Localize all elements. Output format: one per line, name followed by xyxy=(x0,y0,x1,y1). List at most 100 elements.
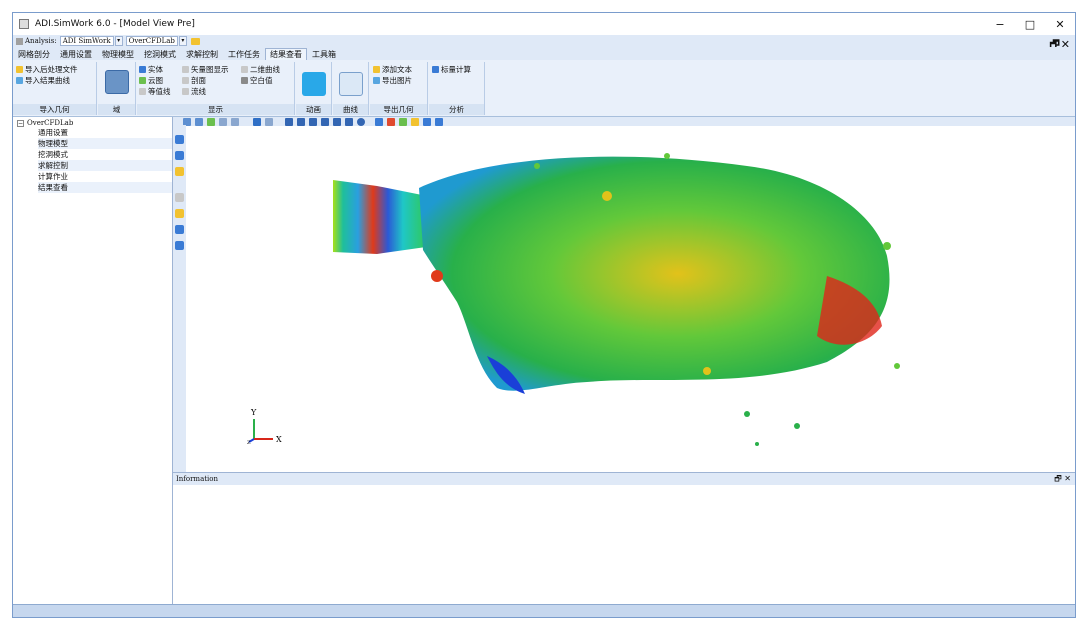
ribbon-group-animation: 动画 xyxy=(296,62,332,115)
fragment xyxy=(755,442,759,446)
import-curve-button[interactable]: 导入结果曲线 xyxy=(16,75,70,86)
pipe-section xyxy=(333,180,433,254)
ribbon-group-curve: 曲线 xyxy=(333,62,369,115)
fragment xyxy=(602,191,612,201)
view-bottom-icon[interactable] xyxy=(345,118,353,126)
folder-icon[interactable] xyxy=(175,209,184,218)
view-left-icon[interactable] xyxy=(309,118,317,126)
pan-icon[interactable] xyxy=(219,118,227,126)
chevron-down-icon[interactable]: ▾ xyxy=(114,36,123,46)
measure-icon[interactable] xyxy=(231,118,239,126)
image-icon xyxy=(373,77,380,84)
light-icon[interactable] xyxy=(175,167,184,176)
tree-item-results[interactable]: 结果查看 xyxy=(38,182,172,193)
ribbon-group-domain: 域 xyxy=(98,62,136,115)
isoline-button[interactable]: 等值线 xyxy=(139,86,171,97)
zoom-icon[interactable] xyxy=(195,118,203,126)
view-front-icon[interactable] xyxy=(285,118,293,126)
axis-y-label: Y xyxy=(250,408,257,417)
add-text-button[interactable]: 添加文本 xyxy=(373,64,412,75)
box-select-icon[interactable] xyxy=(265,118,273,126)
collapse-icon[interactable]: − xyxy=(17,119,24,127)
nodes-icon[interactable] xyxy=(175,241,184,250)
grid-icon[interactable] xyxy=(423,118,431,126)
axes-icon[interactable] xyxy=(387,118,395,126)
fragment xyxy=(431,270,443,282)
wave-curve-icon[interactable] xyxy=(339,72,363,96)
grid-icon[interactable] xyxy=(175,151,184,160)
project-tree: − OverCFDLab 通用设置 物理模型 挖洞模式 求解控制 计算作业 结果查… xyxy=(13,117,173,604)
solid-button[interactable]: 实体 xyxy=(139,64,163,75)
tree-item-solver[interactable]: 求解控制 xyxy=(38,160,172,171)
view-top-icon[interactable] xyxy=(333,118,341,126)
side-toolbar xyxy=(173,125,186,479)
slice-button[interactable]: 剖面 xyxy=(182,75,206,86)
analysis-select[interactable]: ADI SimWork xyxy=(59,36,114,46)
streamline-icon xyxy=(182,88,189,95)
window-title: ADI.SimWork 6.0 - [Model View Pre] xyxy=(35,19,195,29)
rotate-icon[interactable] xyxy=(207,118,215,126)
window-controls: − □ ✕ xyxy=(985,13,1075,35)
user-icon[interactable] xyxy=(175,193,184,202)
view-right-icon[interactable] xyxy=(321,118,329,126)
status-bar xyxy=(13,604,1075,617)
import-post-file-button[interactable]: 导入后处理文件 xyxy=(16,64,78,75)
minimize-button[interactable]: − xyxy=(985,13,1015,35)
folder-icon xyxy=(16,66,23,73)
tree-item-hole-cutting[interactable]: 挖洞模式 xyxy=(38,149,172,160)
chevron-down-icon[interactable]: ▾ xyxy=(178,36,187,46)
tree-root[interactable]: − OverCFDLab xyxy=(17,119,73,127)
light-icon[interactable] xyxy=(411,118,419,126)
streamline-button[interactable]: 流线 xyxy=(182,86,206,97)
nodes-icon[interactable] xyxy=(435,118,443,126)
blank-value-button[interactable]: 空白值 xyxy=(241,75,273,86)
2d-curve-button[interactable]: 二维曲线 xyxy=(241,64,280,75)
tab-toolbox[interactable]: 工具箱 xyxy=(307,48,341,60)
fragment xyxy=(703,367,711,375)
tab-general[interactable]: 通用设置 xyxy=(55,48,97,60)
information-title: Information xyxy=(176,475,219,483)
tab-physics[interactable]: 物理模型 xyxy=(97,48,139,60)
turbulent-plume xyxy=(419,156,890,391)
curve-file-icon xyxy=(16,77,23,84)
ribbon-group-label: 导入几何 xyxy=(13,104,96,115)
domain-icon[interactable] xyxy=(105,70,129,94)
export-image-button[interactable]: 导出图片 xyxy=(373,75,412,86)
tab-jobs[interactable]: 工作任务 xyxy=(223,48,265,60)
close-button[interactable]: ✕ xyxy=(1045,13,1075,35)
animation-icon[interactable] xyxy=(302,72,326,96)
grid-icon[interactable] xyxy=(175,225,184,234)
tree-item-physics[interactable]: 物理模型 xyxy=(38,138,172,149)
ribbon-tabs: 网格剖分 通用设置 物理模型 挖洞模式 求解控制 工作任务 结果查看 工具箱 xyxy=(13,47,1075,60)
app-icon xyxy=(19,19,29,29)
tab-hole-cutting[interactable]: 挖洞模式 xyxy=(139,48,181,60)
axis-x-label: X xyxy=(276,435,282,444)
model-viewport[interactable]: Y X Z xyxy=(187,126,1075,478)
tab-mesh[interactable]: 网格剖分 xyxy=(13,48,55,60)
tree-item-jobs[interactable]: 计算作业 xyxy=(38,171,172,182)
ribbon-group-label: 导出几何 xyxy=(370,104,427,115)
fragment xyxy=(744,411,750,417)
vector-button[interactable]: 矢量图显示 xyxy=(182,64,229,75)
tab-solver[interactable]: 求解控制 xyxy=(181,48,223,60)
axis-triad: Y X Z xyxy=(247,408,282,446)
project-select[interactable]: OverCFDLab xyxy=(125,36,178,46)
panel-controls[interactable]: 🗗 ✕ xyxy=(1054,473,1071,485)
maximize-button[interactable]: □ xyxy=(1015,13,1045,35)
tree-item-general[interactable]: 通用设置 xyxy=(38,127,172,138)
view-iso-icon[interactable] xyxy=(357,118,365,126)
contour-button[interactable]: 云图 xyxy=(139,75,163,86)
scalar-calc-button[interactable]: 标量计算 xyxy=(432,64,471,75)
view-back-icon[interactable] xyxy=(297,118,305,126)
pointer-icon[interactable] xyxy=(253,118,261,126)
information-panel: Information 🗗 ✕ xyxy=(173,472,1075,604)
fragment xyxy=(794,423,800,429)
nodes-icon[interactable] xyxy=(175,135,184,144)
blank-icon xyxy=(241,77,248,84)
move-icon[interactable] xyxy=(375,118,383,126)
tab-results[interactable]: 结果查看 xyxy=(265,48,307,60)
folder-icon[interactable] xyxy=(190,37,200,45)
analysis-label: Analysis: xyxy=(25,37,57,45)
ribbon-group-label: 分析 xyxy=(429,104,484,115)
refresh-icon[interactable] xyxy=(399,118,407,126)
